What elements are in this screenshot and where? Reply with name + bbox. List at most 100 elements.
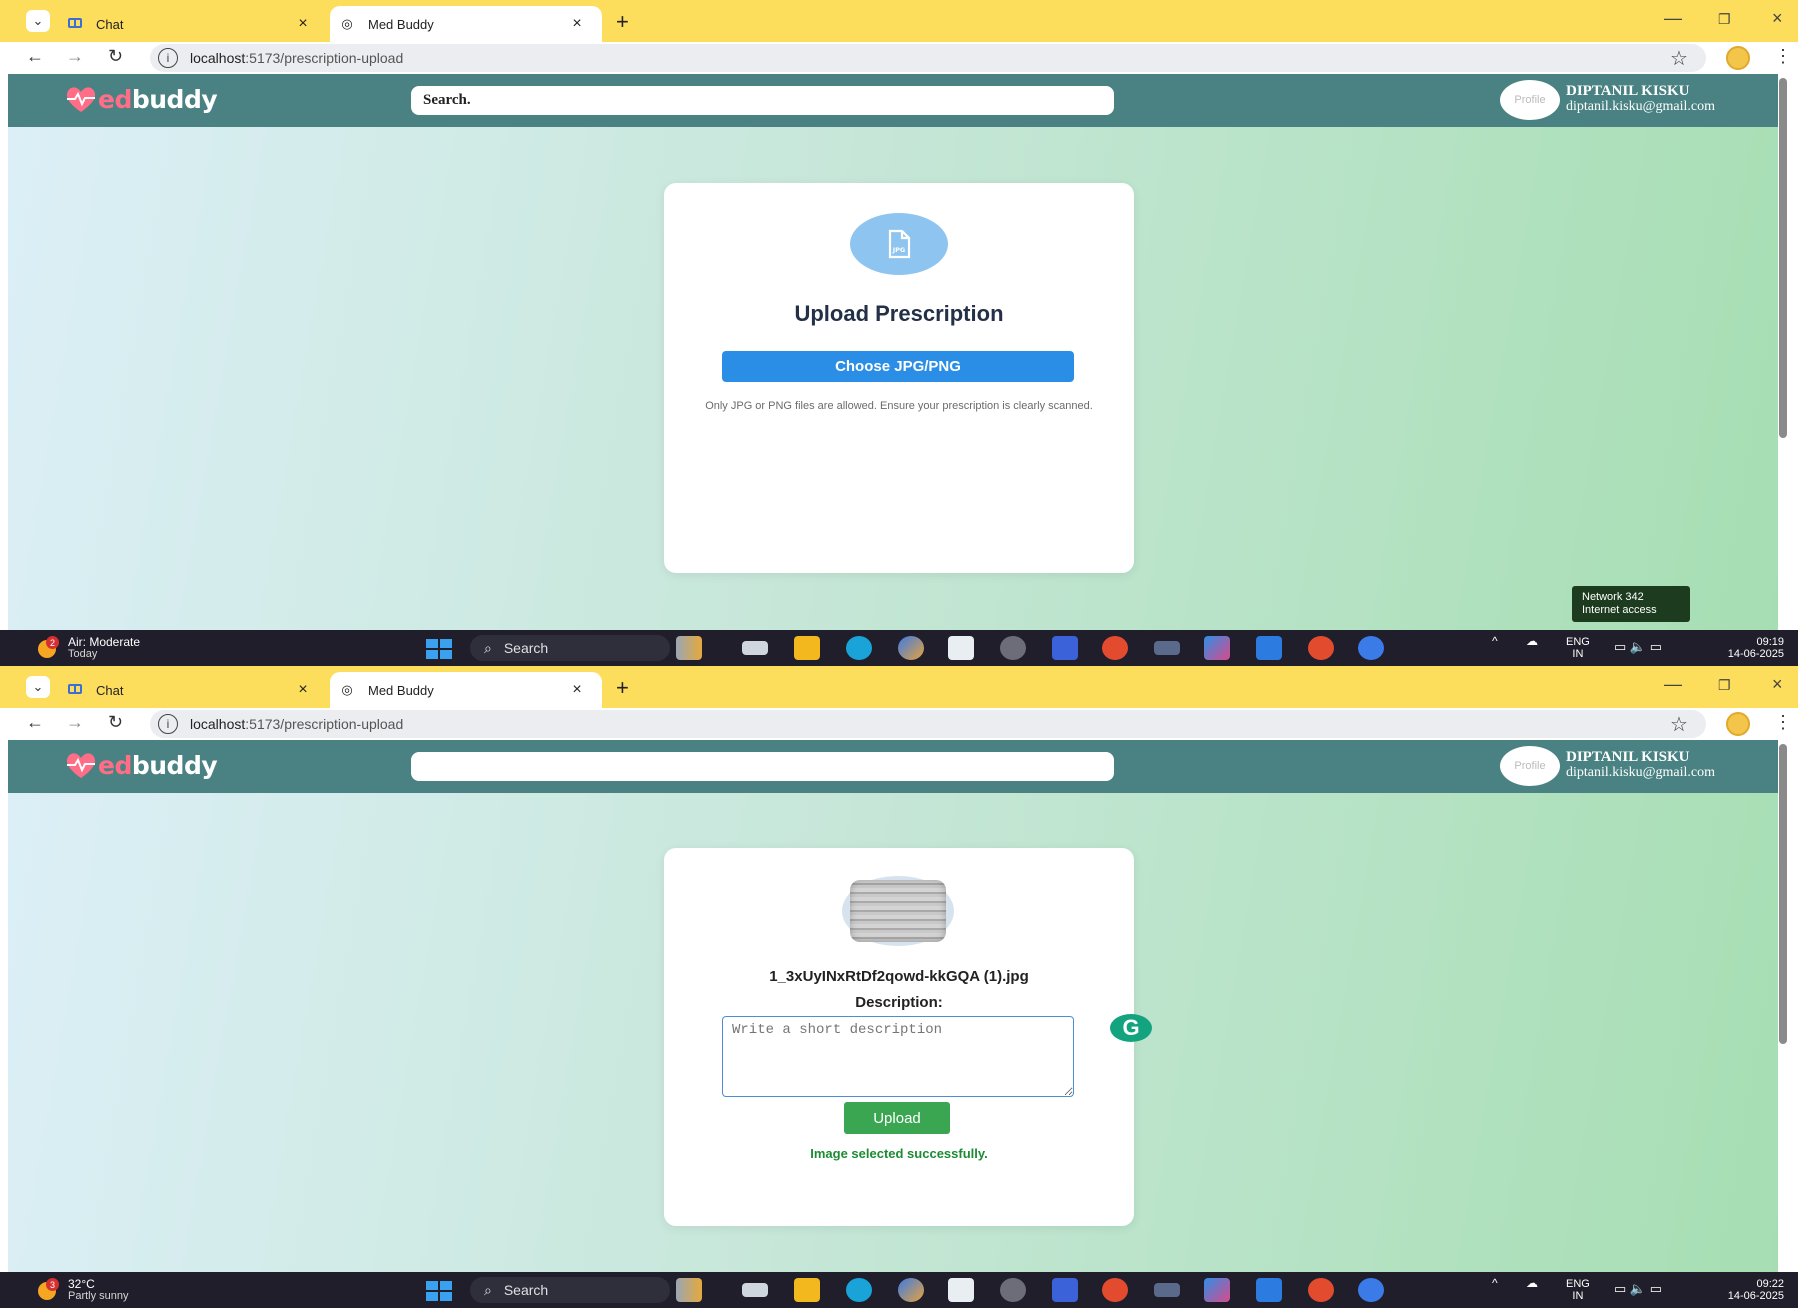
edge-icon[interactable]	[846, 1278, 872, 1302]
medbuddy-logo[interactable]: edbuddy	[64, 84, 218, 114]
chevron-up-icon[interactable]: ^	[1492, 634, 1498, 648]
chevron-up-icon[interactable]: ^	[1492, 1276, 1498, 1290]
language-indicator[interactable]: ENG IN	[1566, 1278, 1590, 1302]
pinned-app-icon[interactable]	[742, 641, 768, 655]
grammarly-icon[interactable]: G	[1110, 1014, 1152, 1042]
chrome-profile-icon[interactable]	[1308, 1278, 1334, 1302]
page-scrollbar[interactable]	[1778, 740, 1788, 1272]
close-tab-icon[interactable]: ×	[566, 15, 588, 33]
file-explorer-icon[interactable]	[794, 1278, 820, 1302]
weather-widget[interactable]: 2 Air: Moderate Today	[32, 636, 140, 660]
weather-title: Air: Moderate	[68, 635, 141, 649]
pinned-app-icon[interactable]	[676, 1278, 702, 1302]
chrome-icon[interactable]	[1102, 1278, 1128, 1302]
address-bar[interactable]: i localhost:5173/prescription-upload	[150, 710, 1706, 738]
site-info-icon[interactable]: i	[158, 48, 178, 68]
pinned-app-icon[interactable]	[1154, 641, 1180, 655]
language-indicator[interactable]: ENG IN	[1566, 636, 1590, 660]
reload-icon[interactable]: ↻	[108, 46, 123, 67]
file-type-note: Only JPG or PNG files are allowed. Ensur…	[705, 400, 1093, 412]
search-input[interactable]	[411, 86, 1114, 115]
back-icon[interactable]: ←	[26, 712, 44, 733]
browser-profile-icon[interactable]	[1726, 46, 1750, 70]
medbuddy-logo[interactable]: edbuddy	[64, 750, 218, 780]
copilot-icon[interactable]	[898, 1278, 924, 1302]
network-volume-battery-icons[interactable]: ▭ 🔈 ▭	[1614, 639, 1662, 655]
pinned-app-icon[interactable]	[1052, 636, 1078, 660]
vscode-icon[interactable]	[1256, 1278, 1282, 1302]
store-icon[interactable]	[948, 636, 974, 660]
minimize-icon[interactable]: —	[1664, 674, 1682, 695]
restore-icon[interactable]: ❐	[1718, 677, 1731, 694]
address-bar[interactable]: i localhost:5173/prescription-upload	[150, 44, 1706, 72]
onedrive-icon[interactable]: ☁	[1526, 1276, 1538, 1290]
pinned-app-icon[interactable]	[676, 636, 702, 660]
copilot-icon[interactable]	[898, 636, 924, 660]
tab-chat[interactable]: Chat ×	[58, 6, 328, 42]
tab-strip: ⌄ Chat × ◎ Med Buddy × + — ❐ ×	[0, 666, 1798, 708]
store-icon[interactable]	[948, 1278, 974, 1302]
bookmark-star-icon[interactable]: ☆	[1670, 46, 1688, 71]
pinned-app-icon[interactable]	[1154, 1283, 1180, 1297]
new-tab-button[interactable]: +	[616, 675, 629, 701]
weather-widget[interactable]: 3 32°C Partly sunny	[32, 1278, 129, 1302]
taskbar-search[interactable]: ⌕ Search	[470, 635, 670, 661]
onedrive-icon[interactable]: ☁	[1526, 634, 1538, 648]
upload-button[interactable]: Upload	[844, 1102, 950, 1134]
close-window-icon[interactable]: ×	[1772, 674, 1783, 695]
edge-icon[interactable]	[846, 636, 872, 660]
back-icon[interactable]: ←	[26, 46, 44, 67]
minimize-icon[interactable]: —	[1664, 8, 1682, 29]
vscode-icon[interactable]	[1256, 636, 1282, 660]
scrollbar-thumb[interactable]	[1779, 744, 1787, 1044]
chrome-icon[interactable]	[1102, 636, 1128, 660]
search-input[interactable]	[411, 752, 1114, 781]
pinned-app-icon[interactable]	[1000, 1278, 1026, 1302]
close-window-icon[interactable]: ×	[1772, 8, 1783, 29]
file-explorer-icon[interactable]	[794, 636, 820, 660]
pinned-app-icon[interactable]	[1204, 1278, 1230, 1302]
pinned-app-icon[interactable]	[1052, 1278, 1078, 1302]
choose-file-button[interactable]: Choose JPG/PNG	[722, 351, 1074, 382]
description-textarea[interactable]	[722, 1016, 1074, 1097]
forward-icon[interactable]: →	[66, 712, 84, 733]
avatar[interactable]: Profile	[1500, 746, 1560, 786]
clock[interactable]: 09:19 14-06-2025	[1708, 636, 1784, 660]
menu-kebab-icon[interactable]: ⋮	[1774, 712, 1792, 733]
network-tooltip-status: Internet access	[1582, 604, 1657, 616]
close-tab-icon[interactable]: ×	[292, 15, 314, 33]
chrome-profile-icon[interactable]	[1308, 636, 1334, 660]
scrollbar-thumb[interactable]	[1779, 78, 1787, 438]
chrome-profile-icon[interactable]	[1358, 1278, 1384, 1302]
tab-med-buddy[interactable]: ◎ Med Buddy ×	[330, 6, 602, 42]
search-icon: ⌕	[484, 639, 492, 656]
network-volume-battery-icons[interactable]: ▭ 🔈 ▭	[1614, 1281, 1662, 1297]
tab-search-button[interactable]: ⌄	[26, 676, 50, 698]
tab-chat[interactable]: Chat ×	[58, 672, 328, 708]
menu-kebab-icon[interactable]: ⋮	[1774, 46, 1792, 67]
avatar[interactable]: Profile	[1500, 80, 1560, 120]
forward-icon[interactable]: →	[66, 46, 84, 67]
browser-profile-icon[interactable]	[1726, 712, 1750, 736]
taskbar-search[interactable]: ⌕ Search	[470, 1277, 670, 1303]
site-info-icon[interactable]: i	[158, 714, 178, 734]
chrome-profile-icon[interactable]	[1358, 636, 1384, 660]
restore-icon[interactable]: ❐	[1718, 11, 1731, 28]
user-info: DIPTANIL KISKU diptanil.kisku@gmail.com	[1566, 750, 1715, 781]
pinned-app-icon[interactable]	[1000, 636, 1026, 660]
search-icon: ⌕	[484, 1281, 492, 1298]
pinned-app-icon[interactable]	[1204, 636, 1230, 660]
tab-search-button[interactable]: ⌄	[26, 10, 50, 32]
close-tab-icon[interactable]: ×	[292, 681, 314, 699]
bookmark-star-icon[interactable]: ☆	[1670, 712, 1688, 737]
close-tab-icon[interactable]: ×	[566, 681, 588, 699]
weather-icon: 2	[32, 636, 60, 660]
tab-med-buddy[interactable]: ◎ Med Buddy ×	[330, 672, 602, 708]
clock[interactable]: 09:22 14-06-2025	[1708, 1278, 1784, 1302]
windows-start-icon[interactable]	[426, 1281, 452, 1301]
pinned-app-icon[interactable]	[742, 1283, 768, 1297]
reload-icon[interactable]: ↻	[108, 712, 123, 733]
windows-start-icon[interactable]	[426, 639, 452, 659]
new-tab-button[interactable]: +	[616, 9, 629, 35]
page-scrollbar[interactable]	[1778, 74, 1788, 630]
